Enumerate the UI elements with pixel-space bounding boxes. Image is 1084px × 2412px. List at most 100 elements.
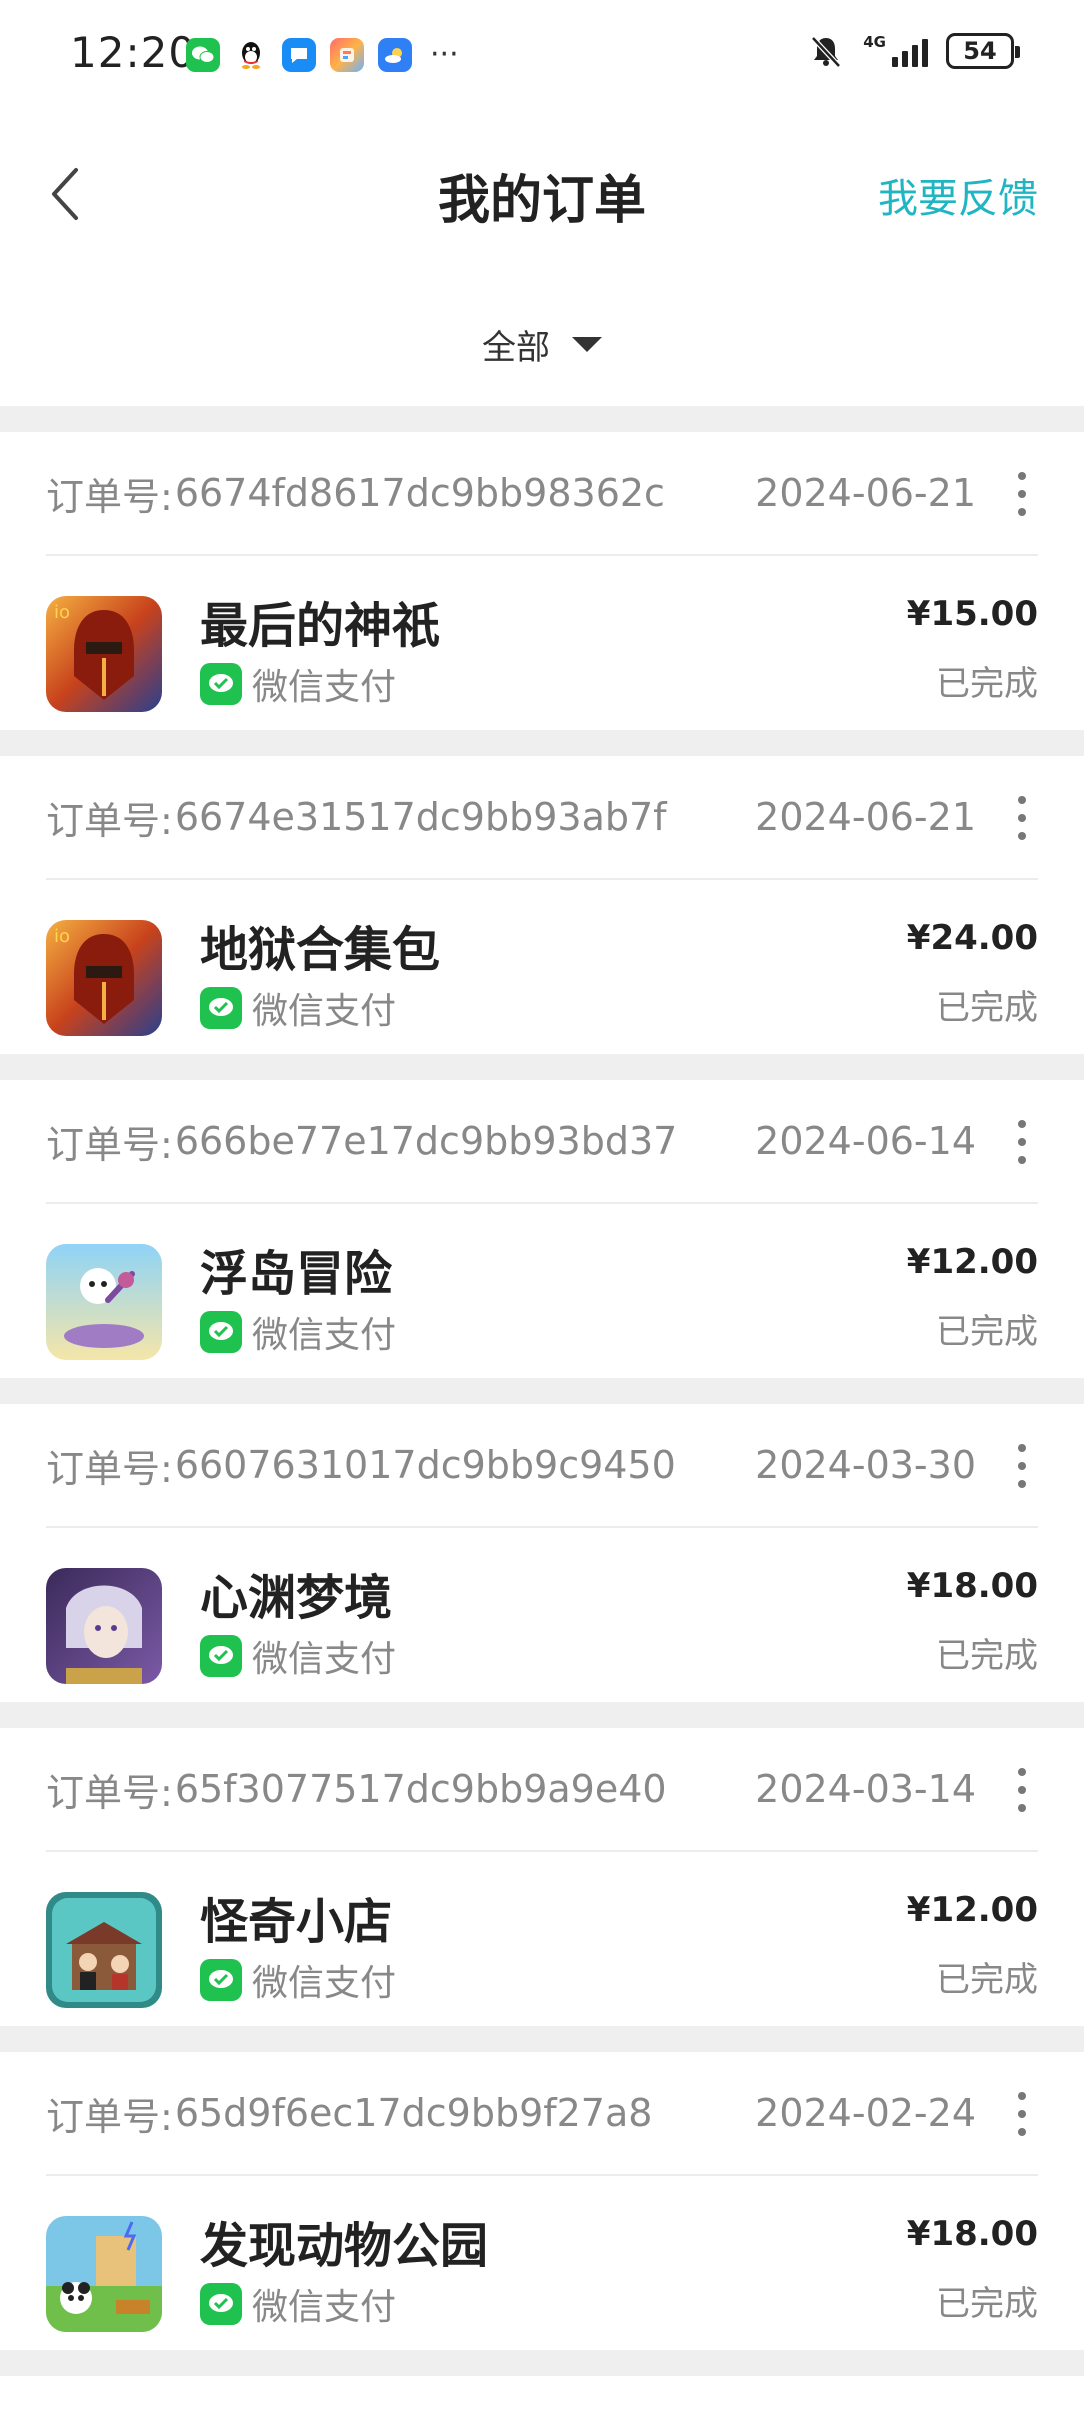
game-name: 浮岛冒险	[200, 1246, 393, 1302]
payment-label: 微信支付	[252, 1963, 397, 2004]
battery-level: 54	[963, 37, 997, 65]
order-body: 心渊梦境 微信支付 ¥18.00 已完成	[46, 1530, 1038, 1702]
order-status: 已完成	[936, 1312, 1038, 1352]
more-options-icon[interactable]	[1014, 1120, 1030, 1164]
wechat-pay-icon	[200, 663, 242, 705]
order-header: 订单号: 666be77e17dc9bb93bd37 2024-06-14	[46, 1080, 1038, 1204]
section-divider	[0, 730, 1084, 756]
svg-text:io: io	[54, 926, 70, 947]
wechat-pay-icon	[200, 2283, 242, 2325]
payment-method: 微信支付	[200, 2278, 396, 2330]
order-status: 已完成	[936, 1960, 1038, 2000]
header: 我的订单 我要反馈	[0, 112, 1084, 276]
mute-bell-icon	[811, 36, 842, 68]
more-options-icon[interactable]	[1014, 1768, 1030, 1812]
order-date: 2024-02-24	[755, 2091, 976, 2135]
order-item[interactable]: 订单号: 6674fd8617dc9bb98362c 2024-06-21 io	[0, 432, 1084, 730]
more-notifications-icon: ···	[430, 37, 459, 72]
game-name: 怪奇小店	[200, 1894, 393, 1950]
floating-island-game-icon	[46, 1244, 162, 1360]
order-item[interactable]: 订单号: 666be77e17dc9bb93bd37 2024-06-14 浮岛…	[0, 1080, 1084, 1378]
status-right: 4G 54	[807, 32, 1020, 70]
order-filter-dropdown[interactable]: 全部	[0, 300, 1084, 388]
order-item[interactable]: 订单号: 65f3077517dc9bb9a9e40 2024-03-14 怪奇…	[0, 1728, 1084, 2026]
order-body: io 最后的神祇 微信支付 ¥15.00 已完成	[46, 558, 1038, 730]
payment-label: 微信支付	[252, 1639, 397, 1680]
order-price: ¥15.00	[906, 594, 1038, 634]
odd-shop-game-icon	[46, 1892, 162, 2008]
order-body: io 地狱合集包 微信支付 ¥24.00 已完成	[46, 882, 1038, 1054]
weather-icon	[378, 38, 412, 72]
order-date: 2024-03-14	[755, 1767, 976, 1811]
section-divider	[0, 1378, 1084, 1404]
payment-method: 微信支付	[200, 1954, 396, 2006]
order-item[interactable]: 订单号: 65d9f6ec17dc9bb9f27a8 2024-02-24 发现…	[0, 2052, 1084, 2350]
order-header: 订单号: 65d9f6ec17dc9bb9f27a8 2024-02-24	[46, 2052, 1038, 2176]
order-date: 2024-06-21	[755, 471, 976, 515]
filter-label: 全部	[482, 327, 550, 368]
order-number: 65d9f6ec17dc9bb9f27a8	[174, 2091, 653, 2135]
wechat-pay-icon	[200, 1959, 242, 2001]
payment-method: 微信支付	[200, 1630, 396, 1682]
feedback-link[interactable]: 我要反馈	[878, 166, 1038, 224]
order-body: 发现动物公园 微信支付 ¥18.00 已完成	[46, 2178, 1038, 2350]
payment-method: 微信支付	[200, 658, 396, 710]
qq-icon	[234, 38, 268, 72]
notification-icons: ···	[186, 38, 459, 72]
game-name: 最后的神祇	[200, 598, 441, 654]
order-price: ¥12.00	[906, 1890, 1038, 1930]
app-root: 12:20 ··· 4G 54 我的订单 我要反馈 全部 订单号: 6674fd…	[0, 0, 1084, 2412]
animal-park-game-icon	[46, 2216, 162, 2332]
more-options-icon[interactable]	[1014, 796, 1030, 840]
status-time: 12:20	[70, 28, 197, 77]
order-price: ¥18.00	[906, 1566, 1038, 1606]
dreamscape-game-icon	[46, 1568, 162, 1684]
order-status: 已完成	[936, 664, 1038, 704]
order-number-label: 订单号:	[46, 1770, 173, 1815]
order-number-label: 订单号:	[46, 474, 173, 519]
wechat-pay-icon	[200, 987, 242, 1029]
last-god-game-icon: io	[46, 596, 162, 712]
order-date: 2024-06-14	[755, 1119, 976, 1163]
wechat-pay-icon	[200, 1635, 242, 1677]
wechat-icon	[186, 38, 220, 72]
cellular-signal-icon: 4G	[863, 35, 928, 67]
order-number: 65f3077517dc9bb9a9e40	[174, 1767, 667, 1811]
game-name: 地狱合集包	[200, 922, 441, 978]
section-divider	[0, 1054, 1084, 1080]
order-header: 订单号: 6607631017dc9bb9c9450 2024-03-30	[46, 1404, 1038, 1528]
more-options-icon[interactable]	[1014, 472, 1030, 516]
order-date: 2024-03-30	[755, 1443, 976, 1487]
payment-label: 微信支付	[252, 2287, 397, 2328]
order-header: 订单号: 6674e31517dc9bb93ab7f 2024-06-21	[46, 756, 1038, 880]
section-divider	[0, 406, 1084, 432]
order-price: ¥12.00	[906, 1242, 1038, 1282]
order-number: 666be77e17dc9bb93bd37	[174, 1119, 678, 1163]
order-number-label: 订单号:	[46, 798, 173, 843]
order-status: 已完成	[936, 1636, 1038, 1676]
order-number-label: 订单号:	[46, 2094, 173, 2139]
order-header: 订单号: 6674fd8617dc9bb98362c 2024-06-21	[46, 432, 1038, 556]
caret-down-icon	[572, 336, 602, 352]
order-price: ¥24.00	[906, 918, 1038, 958]
network-type: 4G	[863, 33, 886, 51]
game-name: 心渊梦境	[200, 1570, 393, 1626]
section-divider	[0, 2350, 1084, 2376]
game-name: 发现动物公园	[200, 2218, 489, 2274]
last-god-game-icon: io	[46, 920, 162, 1036]
payment-label: 微信支付	[252, 1315, 397, 1356]
order-number: 6607631017dc9bb9c9450	[174, 1443, 676, 1487]
order-body: 浮岛冒险 微信支付 ¥12.00 已完成	[46, 1206, 1038, 1378]
order-price: ¥18.00	[906, 2214, 1038, 2254]
order-number-label: 订单号:	[46, 1122, 173, 1167]
svg-text:io: io	[54, 602, 70, 623]
more-options-icon[interactable]	[1014, 1444, 1030, 1488]
wechat-pay-icon	[200, 1311, 242, 1353]
order-number-label: 订单号:	[46, 1446, 173, 1491]
more-options-icon[interactable]	[1014, 2092, 1030, 2136]
order-item[interactable]: 订单号: 6607631017dc9bb9c9450 2024-03-30 心渊…	[0, 1404, 1084, 1702]
order-item[interactable]: 订单号: 6674e31517dc9bb93ab7f 2024-06-21 io	[0, 756, 1084, 1054]
order-header: 订单号: 65f3077517dc9bb9a9e40 2024-03-14	[46, 1728, 1038, 1852]
section-divider	[0, 1702, 1084, 1728]
order-date: 2024-06-21	[755, 795, 976, 839]
